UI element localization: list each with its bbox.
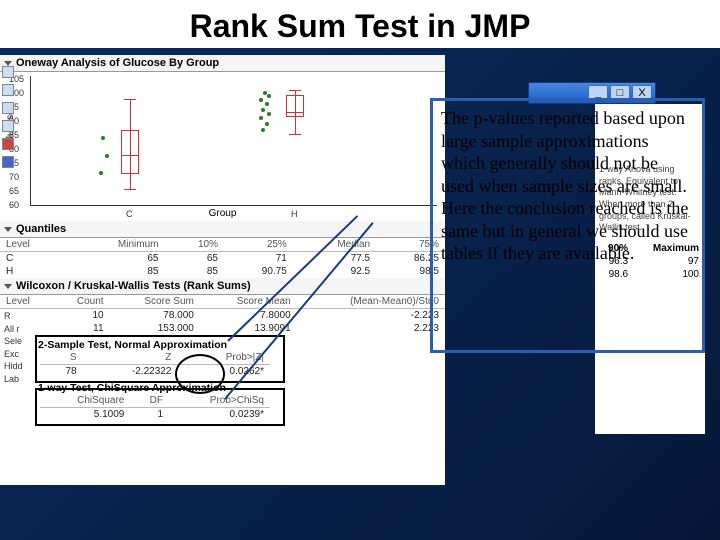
quantiles-table: Level Minimum 10% 25% Median 75% C656571… — [0, 238, 445, 278]
section-quantiles[interactable]: Quantiles — [0, 221, 445, 238]
slide-title: Rank Sum Test in JMP — [0, 0, 720, 48]
tool-icon[interactable] — [2, 102, 14, 114]
table-row: C1078.0007.8000-2.223 — [0, 309, 445, 323]
table-row: C65657177.586.25 — [0, 252, 445, 266]
tool-icon[interactable] — [2, 84, 14, 96]
annotation-box-chisq — [35, 388, 285, 426]
section-wilcoxon[interactable]: Wilcoxon / Kruskal-Wallis Tests (Rank Su… — [0, 278, 445, 295]
x-axis-label: Group — [0, 208, 445, 219]
tool-icon[interactable] — [2, 66, 14, 78]
rows-panel: R All r Sele Exc Hidd Lab — [2, 310, 25, 386]
box-h — [286, 95, 304, 117]
boxplot-chart: Glucose 105 100 95 90 85 80 75 70 65 60 … — [30, 76, 437, 206]
annotation-box-twosample — [35, 335, 285, 383]
histogram-icon[interactable] — [2, 138, 14, 150]
annotation-oval — [175, 354, 225, 394]
chart-icon[interactable] — [2, 156, 14, 168]
box-c — [121, 130, 139, 174]
table-row: H11153.00013.90912.223 — [0, 322, 445, 335]
section-oneway[interactable]: Oneway Analysis of Glucose By Group — [0, 55, 445, 72]
table-row: H858590.7592.598.5 — [0, 265, 445, 278]
ranksum-table: Level Count Score Sum Score Mean (Mean-M… — [0, 295, 445, 335]
section-title: Oneway Analysis of Glucose By Group — [16, 57, 219, 69]
tool-icon[interactable] — [2, 120, 14, 132]
callout-text: The p-values reported based upon large s… — [430, 98, 705, 353]
